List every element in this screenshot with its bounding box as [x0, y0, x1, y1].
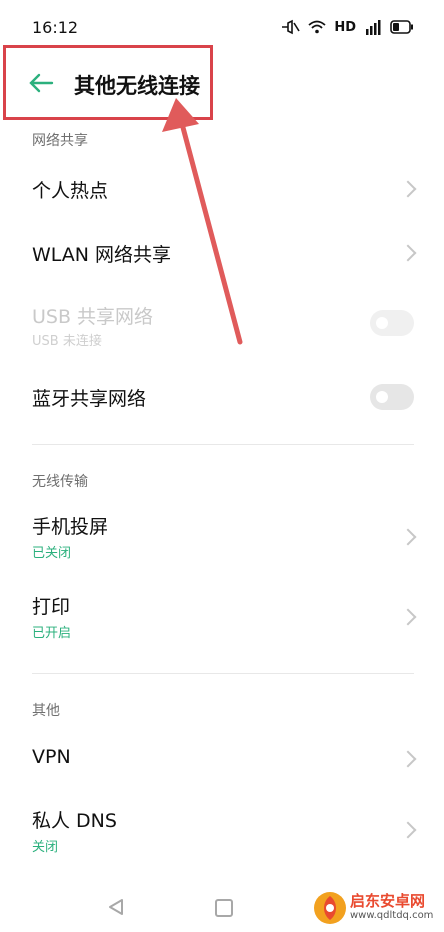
watermark-logo: 启东安卓网 www.qdltdq.com	[310, 888, 440, 930]
row-personal-hotspot[interactable]: 个人热点	[0, 166, 444, 212]
row-private-dns[interactable]: 私人 DNS 关闭	[0, 796, 444, 860]
hd-badge: HD	[334, 19, 356, 35]
row-usb-sharing: USB 共享网络 USB 未连接	[0, 294, 444, 354]
row-title: 个人热点	[32, 180, 109, 202]
row-wlan-sharing[interactable]: WLAN 网络共享	[0, 230, 444, 276]
watermark-emblem-icon	[314, 892, 346, 924]
signal-muted-icon	[282, 19, 301, 35]
chevron-right-icon	[399, 821, 417, 839]
row-print[interactable]: 打印 已开启	[0, 584, 444, 648]
bluetooth-sharing-toggle[interactable]	[370, 384, 414, 410]
row-title: 手机投屏	[32, 516, 109, 538]
battery-icon	[390, 20, 413, 34]
divider	[32, 444, 414, 445]
row-subtitle: 已开启	[32, 626, 72, 641]
row-subtitle: USB 未连接	[32, 334, 102, 349]
chevron-right-icon	[399, 750, 417, 768]
row-title: USB 共享网络	[32, 306, 154, 328]
row-subtitle: 关闭	[32, 840, 59, 855]
row-title: 蓝牙共享网络	[32, 388, 147, 410]
row-title: VPN	[32, 746, 71, 768]
section-header-network-sharing: 网络共享	[32, 133, 88, 149]
row-title: 私人 DNS	[32, 810, 117, 832]
row-screen-cast[interactable]: 手机投屏 已关闭	[0, 504, 444, 568]
status-time: 16:12	[32, 18, 79, 37]
row-vpn[interactable]: VPN	[0, 736, 444, 782]
annotation-highlight-box	[3, 45, 213, 120]
chevron-right-icon	[399, 244, 417, 262]
chevron-right-icon	[399, 180, 417, 198]
watermark-brand: 启东安卓网	[350, 892, 426, 910]
nav-back-icon[interactable]	[108, 898, 124, 916]
cellular-4g-icon	[366, 20, 381, 35]
row-title: 打印	[32, 596, 71, 618]
row-title: WLAN 网络共享	[32, 244, 172, 266]
section-header-other: 其他	[32, 703, 60, 719]
chevron-right-icon	[399, 608, 417, 626]
section-header-wireless-transfer: 无线传输	[32, 474, 88, 490]
row-bluetooth-sharing[interactable]: 蓝牙共享网络	[0, 374, 444, 420]
watermark-url: www.qdltdq.com	[350, 910, 434, 921]
wifi-icon	[308, 20, 326, 34]
status-icons: HD	[280, 16, 414, 38]
nav-home-icon[interactable]	[215, 899, 233, 917]
usb-sharing-toggle	[370, 310, 414, 336]
row-subtitle: 已关闭	[32, 546, 72, 561]
divider	[32, 673, 414, 674]
chevron-right-icon	[399, 528, 417, 546]
